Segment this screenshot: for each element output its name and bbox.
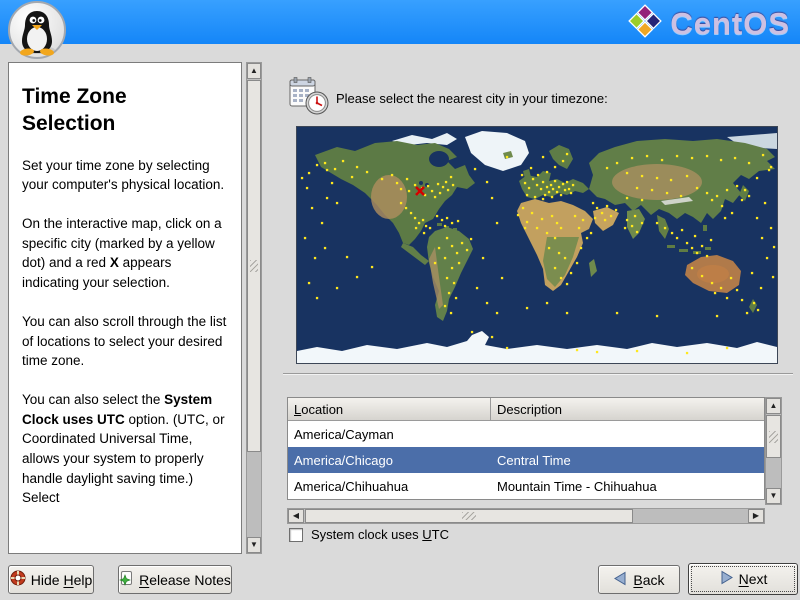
table-row[interactable]: America/Cayman bbox=[288, 421, 764, 447]
scroll-down-button[interactable]: ▼ bbox=[766, 488, 781, 504]
help-paragraph: On the interactive map, click on a speci… bbox=[22, 216, 222, 291]
timezone-table: Location Description America/Cayman Ameri… bbox=[287, 397, 765, 500]
content-separator bbox=[283, 373, 793, 375]
cell-description: Mountain Time - Chihuahua bbox=[497, 479, 657, 494]
scroll-down-button[interactable]: ▼ bbox=[247, 537, 261, 553]
column-header-location[interactable]: Location bbox=[288, 398, 491, 421]
life-buoy-icon bbox=[10, 570, 26, 589]
help-scrollbar[interactable]: ▲ ▼ bbox=[246, 62, 262, 554]
table-vscrollbar[interactable]: ▲ ▼ bbox=[765, 397, 782, 505]
tux-logo bbox=[8, 1, 66, 59]
calendar-clock-icon bbox=[288, 77, 330, 120]
cell-location: America/Cayman bbox=[294, 427, 394, 442]
table-row[interactable]: America/Chihuahua Mountain Time - Chihuah… bbox=[288, 473, 764, 499]
table-row[interactable]: America/Chicago Central Time bbox=[288, 447, 764, 473]
next-label: Next bbox=[738, 571, 768, 587]
scroll-up-button[interactable]: ▲ bbox=[247, 63, 261, 79]
scroll-thumb[interactable] bbox=[766, 415, 781, 458]
table-hscrollbar[interactable]: ◀ ▶ bbox=[287, 508, 765, 524]
cell-location: America/Chihuahua bbox=[294, 479, 409, 494]
timezone-prompt-icon-wrap bbox=[288, 76, 330, 121]
utc-checkbox-label[interactable]: System clock uses UTC bbox=[311, 527, 449, 542]
cell-description bbox=[491, 421, 764, 447]
centos-brand: CentOS bbox=[627, 3, 790, 44]
next-arrow-icon bbox=[719, 570, 734, 588]
page-title: Time Zone Selection bbox=[22, 85, 127, 136]
release-notes-label: Release Notes bbox=[139, 571, 231, 588]
cell-location: America/Chicago bbox=[294, 453, 393, 468]
scroll-up-button[interactable]: ▲ bbox=[766, 398, 781, 414]
scroll-thumb[interactable] bbox=[305, 509, 633, 523]
release-notes-icon bbox=[119, 570, 134, 589]
scroll-thumb[interactable] bbox=[247, 80, 261, 452]
next-button[interactable]: Next bbox=[688, 563, 798, 595]
scroll-left-button[interactable]: ◀ bbox=[288, 509, 304, 523]
release-notes-button[interactable]: Release Notes bbox=[118, 565, 232, 594]
brand-name: CentOS bbox=[670, 5, 790, 41]
hide-help-button[interactable]: Hide Help bbox=[8, 565, 94, 594]
back-arrow-icon bbox=[613, 571, 628, 589]
help-paragraph: Set your time zone by selecting your com… bbox=[22, 157, 225, 193]
column-header-description[interactable]: Description bbox=[491, 398, 764, 421]
cell-description: Central Time bbox=[497, 453, 571, 468]
table-header: Location Description bbox=[288, 398, 764, 421]
help-panel: Time Zone Selection Set your time zone b… bbox=[8, 62, 242, 554]
centos-pinwheel-icon bbox=[627, 3, 663, 44]
world-map[interactable] bbox=[296, 126, 778, 364]
help-paragraphs: Set your time zone by selecting your com… bbox=[22, 156, 228, 509]
back-label: Back bbox=[633, 571, 665, 588]
timezone-prompt: Please select the nearest city in your t… bbox=[336, 91, 608, 106]
hide-help-label: Hide Help bbox=[30, 571, 93, 588]
utc-checkbox-row: System clock uses UTC bbox=[289, 527, 449, 542]
scroll-right-button[interactable]: ▶ bbox=[748, 509, 764, 523]
utc-checkbox[interactable] bbox=[289, 527, 303, 542]
table-rows: America/Cayman America/Chicago Central Tim… bbox=[288, 421, 764, 499]
back-button[interactable]: Back bbox=[598, 565, 680, 594]
installer-window: CentOS Time Zone Selection Set your time… bbox=[0, 0, 800, 600]
help-paragraph: You can also scroll through the list of … bbox=[22, 313, 227, 369]
help-paragraph: You can also select the System Clock use… bbox=[22, 391, 225, 506]
